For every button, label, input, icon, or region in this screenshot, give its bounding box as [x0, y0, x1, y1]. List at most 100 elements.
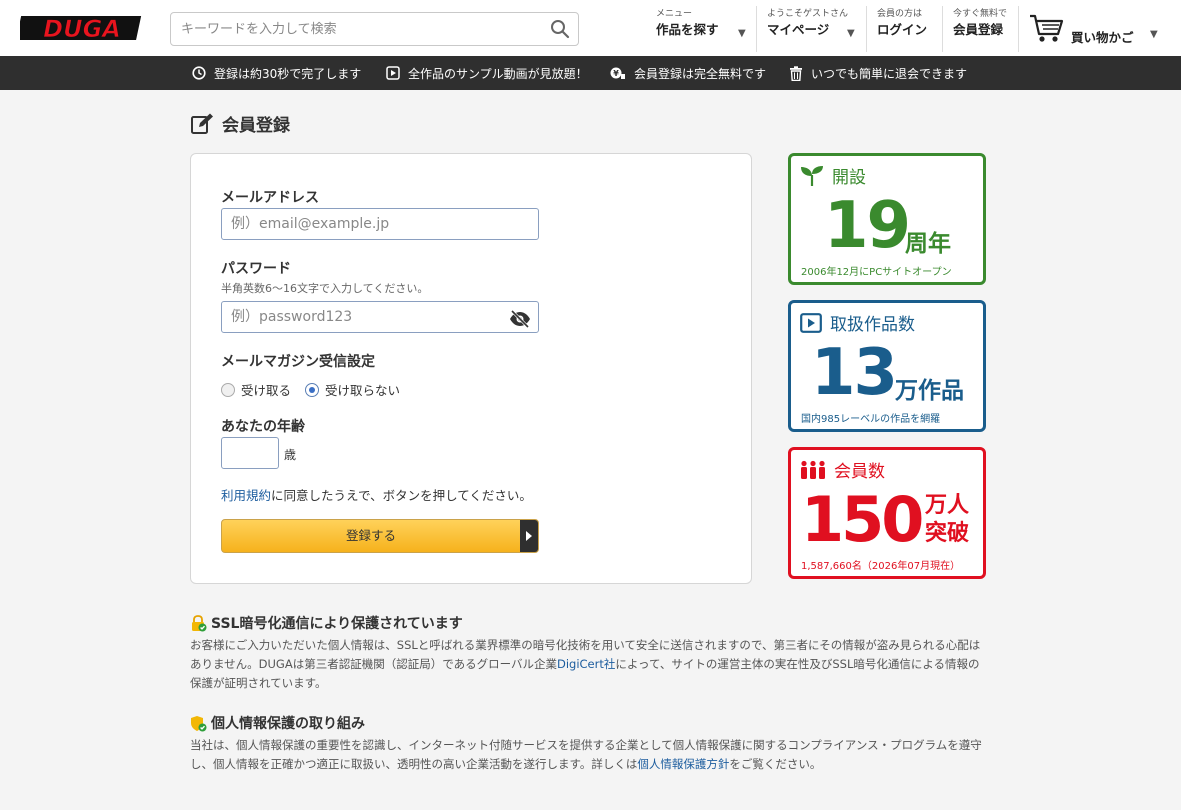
nav-divider	[942, 6, 943, 52]
chevron-down-icon: ▼	[847, 28, 855, 39]
cart-button[interactable]: 買い物かご ▼	[1028, 12, 1158, 48]
radio-not-receive[interactable]	[305, 382, 320, 397]
cart-label: 買い物かご	[1071, 30, 1134, 45]
age-unit: 歳	[284, 448, 297, 462]
play-icon	[386, 66, 400, 80]
digicert-link[interactable]: DigiCert社	[557, 657, 615, 671]
cart-icon	[1030, 14, 1064, 42]
magazine-radio-group: 受け取る 受け取らない	[221, 380, 400, 399]
terms-link[interactable]: 利用規約	[221, 488, 271, 503]
search-box[interactable]	[170, 12, 579, 46]
nav-divider	[866, 6, 867, 52]
nav-mypage-caption: ようこそゲストさん	[767, 9, 849, 19]
arrow-right-icon	[520, 520, 538, 552]
stat-works: 取扱作品数 13 万作品 国内985レーベルの作品を網羅	[788, 300, 986, 432]
age-field[interactable]	[221, 437, 279, 469]
nav-browse-label: 作品を探す	[656, 22, 719, 37]
nav-browse-caption: メニュー	[656, 9, 693, 19]
nav-mypage[interactable]: ようこそゲストさん マイページ ▼	[767, 8, 859, 48]
stat-sub: 2006年12月にPCサイトオープン	[801, 267, 952, 278]
chevron-down-icon: ▼	[1150, 29, 1158, 40]
password-note: 半角英数6〜16文字で入力してください。	[221, 282, 429, 295]
radio-receive[interactable]	[221, 382, 235, 397]
terms-text: 利用規約に同意したうえで、ボタンを押してください。	[221, 485, 532, 504]
page-title: 会員登録	[190, 111, 290, 136]
password-label: パスワード	[221, 261, 291, 277]
registration-form: メールアドレス パスワード 半角英数6〜16文字で入力してください。 メールマガ…	[190, 153, 752, 584]
nav-register[interactable]: 今すぐ無料で 会員登録	[953, 8, 1013, 48]
stat-anniversary-header: 開設	[800, 163, 866, 188]
ssl-title: SSL暗号化通信により保護されています	[190, 613, 463, 633]
nav-login[interactable]: 会員の方は ログイン	[877, 8, 937, 48]
clock-icon	[192, 66, 206, 80]
password-field[interactable]	[221, 301, 539, 333]
nav-login-label: ログイン	[877, 22, 928, 37]
info-item-sample: 全作品のサンプル動画が見放題！	[386, 64, 588, 82]
eye-slash-icon[interactable]	[509, 310, 531, 328]
ssl-body: お客様にご入力いただいた個人情報は、SSLと呼ばれる業界標準の暗号化技術を用いて…	[190, 636, 990, 693]
people-icon	[801, 460, 825, 479]
stat-unit: 周年	[905, 231, 951, 257]
stat-unit: 万作品	[895, 378, 964, 404]
stat-title: 会員数	[834, 462, 885, 482]
privacy-body: 当社は、個人情報保護の重要性を認識し、インターネット付随サービスを提供する企業と…	[190, 736, 990, 774]
shield-check-icon	[191, 715, 207, 731]
email-field[interactable]	[221, 208, 539, 240]
search-icon[interactable]	[550, 19, 570, 39]
stat-members-header: 会員数	[800, 457, 885, 482]
privacy-title: 個人情報保護の取り組み	[190, 713, 365, 733]
info-text: いつでも簡単に退会できます	[811, 66, 968, 81]
chevron-down-icon: ▼	[738, 28, 746, 39]
stat-sub: 国内985レーベルの作品を網羅	[801, 414, 941, 425]
info-text: 登録は約30秒で完了します	[214, 66, 362, 81]
info-text: 全作品のサンプル動画が見放題！	[408, 66, 588, 81]
magazine-label: メールマガジン受信設定	[221, 354, 375, 370]
nav-register-label: 会員登録	[953, 22, 1004, 37]
sprout-icon	[801, 165, 823, 186]
info-text: 会員登録は完全無料です	[634, 66, 767, 81]
stat-title: 取扱作品数	[830, 315, 915, 335]
stat-sub: 1,587,660名（2026年07月現在）	[801, 561, 961, 572]
header: DUGA メニュー 作品を探す ▼ ようこそゲストさん マイページ ▼ 会員の方…	[0, 0, 1181, 56]
lock-check-icon	[192, 614, 207, 631]
info-item-register-time: 登録は約30秒で完了します	[192, 64, 361, 82]
svg-text:¥: ¥	[613, 69, 619, 78]
terms-sentence: に同意したうえで、ボタンを押してください。	[271, 488, 532, 503]
nav-divider	[1018, 6, 1019, 52]
nav-browse[interactable]: メニュー 作品を探す ▼	[656, 8, 748, 48]
stat-works-header: 取扱作品数	[800, 310, 915, 335]
privacy-body-text-2: をご覧ください。	[729, 757, 822, 771]
info-item-free: ¥ 会員登録は完全無料です	[610, 64, 766, 82]
stat-unit-2: 突破	[925, 521, 970, 546]
nav-mypage-label: マイページ	[767, 22, 830, 37]
info-bar: 登録は約30秒で完了します 全作品のサンプル動画が見放題！ ¥ 会員登録は完全無…	[0, 56, 1181, 90]
svg-text:DUGA: DUGA	[43, 15, 121, 43]
stat-unit: 万人	[925, 493, 970, 518]
nav-login-caption: 会員の方は	[877, 9, 923, 19]
stat-number: 150	[801, 483, 924, 556]
radio-not-receive-label[interactable]: 受け取らない	[325, 380, 400, 399]
page-title-text: 会員登録	[222, 116, 290, 136]
stat-title: 開設	[832, 168, 866, 188]
search-input[interactable]	[171, 13, 531, 45]
nav-divider	[756, 6, 757, 52]
stat-members: 会員数 150 万人 突破 1,587,660名（2026年07月現在）	[788, 447, 986, 579]
submit-label: 登録する	[345, 528, 396, 543]
stat-anniversary: 開設 19 周年 2006年12月にPCサイトオープン	[788, 153, 986, 285]
trash-icon	[790, 65, 802, 81]
email-label: メールアドレス	[221, 190, 319, 206]
privacy-title-text: 個人情報保護の取り組み	[211, 716, 365, 732]
stat-number: 13	[811, 336, 898, 410]
privacy-policy-link[interactable]: 個人情報保護方針	[637, 757, 729, 771]
info-item-cancel: いつでも簡単に退会できます	[789, 64, 967, 82]
video-icon	[800, 312, 822, 333]
duga-logo[interactable]: DUGA	[20, 12, 144, 44]
yen-icon: ¥	[610, 67, 625, 79]
stat-number: 19	[824, 189, 911, 263]
ssl-title-text: SSL暗号化通信により保護されています	[211, 616, 463, 632]
radio-receive-label[interactable]: 受け取る	[241, 380, 291, 399]
register-submit-button[interactable]: 登録する	[221, 519, 539, 553]
nav-register-caption: 今すぐ無料で	[953, 9, 1008, 19]
privacy-body-text: 当社は、個人情報保護の重要性を認識し、インターネット付随サービスを提供する企業と…	[190, 738, 982, 771]
age-label: あなたの年齢	[221, 419, 305, 435]
